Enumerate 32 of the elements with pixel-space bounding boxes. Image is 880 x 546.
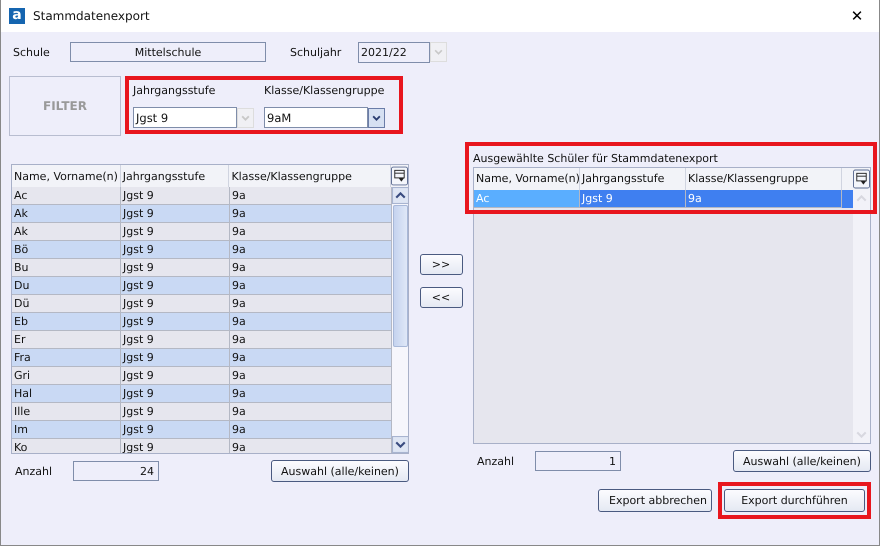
year-label: Schuljahr (290, 46, 342, 58)
scrollbar[interactable] (392, 187, 408, 453)
filter-label-text: Klasse/Klassengruppe (264, 84, 385, 96)
scroll-thumb[interactable] (393, 205, 408, 347)
chevron-down-icon (237, 108, 254, 128)
window-title: Stammdatenexport (33, 9, 150, 23)
school-field[interactable]: Mittelschule (70, 42, 266, 62)
close-button[interactable]: ✕ (835, 0, 879, 32)
filter-label-text: Jahrgangsstufe (133, 84, 216, 96)
table-cell: Jgst 9 (121, 439, 230, 453)
export-button[interactable]: Export durchführen (724, 489, 865, 512)
school-label: Schule (13, 46, 51, 58)
section-title: Ausgewählte Schüler für Stammdatenexport (473, 152, 718, 165)
app-logo: a (9, 8, 25, 24)
count-label: Anzahl (477, 454, 516, 468)
table-cell: Ko (12, 439, 121, 453)
table-row[interactable]: Ac Jgst 9 9a (474, 190, 853, 208)
filter-label: FILTER (9, 76, 121, 136)
scroll-down-icon[interactable] (392, 436, 408, 453)
column-chooser-icon[interactable] (391, 166, 408, 186)
count-field: 24 (73, 461, 159, 481)
count-label: Anzahl (15, 464, 54, 478)
select-all-button[interactable]: Auswahl (alle/keinen) (271, 460, 409, 482)
chevron-down-icon (430, 42, 447, 62)
move-button[interactable]: << (420, 287, 462, 308)
count-field: 1 (535, 451, 621, 471)
scroll-up-icon[interactable] (392, 187, 408, 204)
move-button[interactable]: >> (420, 254, 462, 275)
select-all-button[interactable]: Auswahl (alle/keinen) (733, 450, 871, 472)
cancel-button[interactable]: Export abbrechen (598, 489, 712, 512)
column-chooser-icon[interactable] (853, 168, 870, 189)
chevron-down-icon (368, 108, 385, 128)
